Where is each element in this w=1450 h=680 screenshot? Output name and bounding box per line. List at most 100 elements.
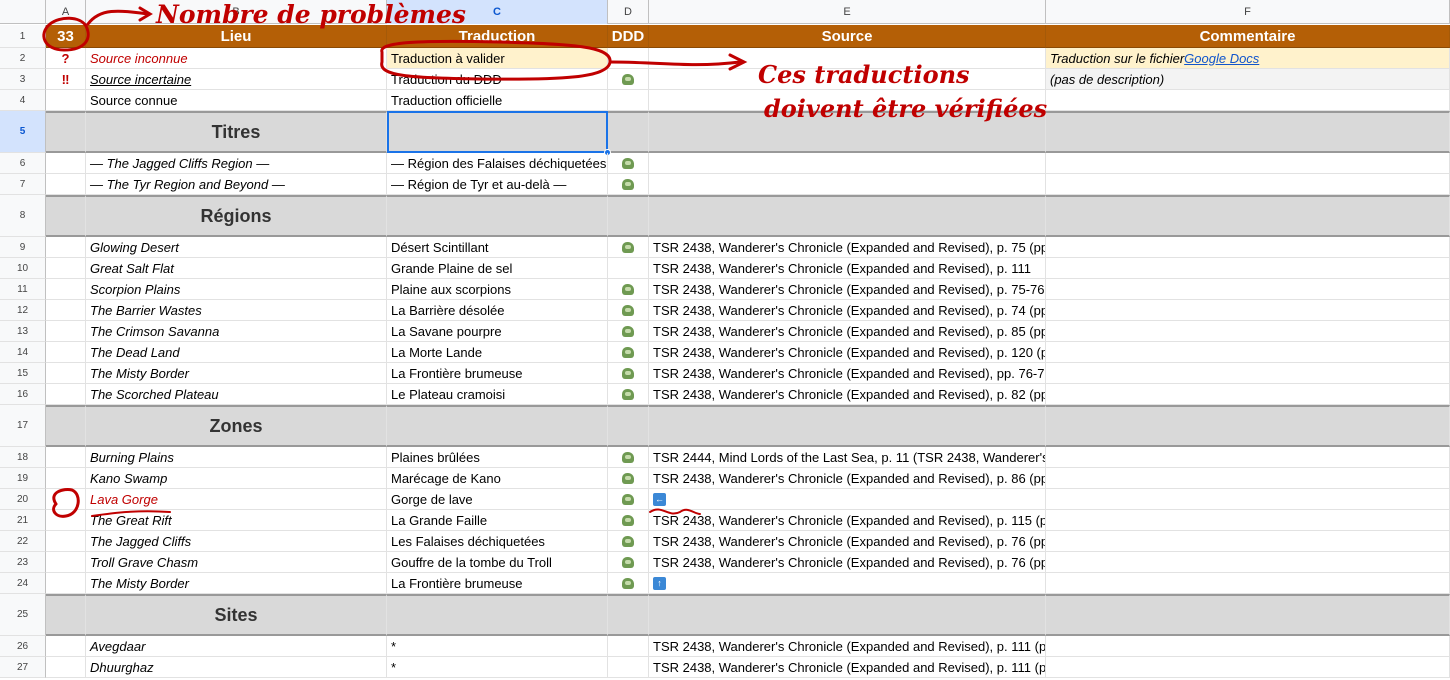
lieu-cell[interactable]: Avegdaar xyxy=(86,636,387,657)
column-header-f[interactable]: F xyxy=(1046,0,1450,24)
lieu-cell[interactable]: Dhuurghaz xyxy=(86,657,387,678)
status-mark-cell[interactable] xyxy=(46,279,86,300)
row-header-13[interactable]: 13 xyxy=(0,321,46,342)
row-header-1[interactable]: 1 xyxy=(0,25,46,48)
spreadsheet-grid[interactable]: A B C D E F 1 33 Lieu Traduction DDD Source Commenta… xyxy=(0,0,1450,680)
traduction-cell[interactable]: * xyxy=(387,657,608,678)
traduction-cell[interactable]: Marécage de Kano xyxy=(387,468,608,489)
status-mark-cell[interactable] xyxy=(46,447,86,468)
ddd-cell[interactable] xyxy=(608,342,649,363)
status-mark-cell[interactable] xyxy=(46,363,86,384)
section-cell[interactable] xyxy=(46,111,86,153)
lieu-cell[interactable]: Glowing Desert xyxy=(86,237,387,258)
row-header-20[interactable]: 20 xyxy=(0,489,46,510)
status-mark-cell[interactable] xyxy=(46,384,86,405)
lieu-cell[interactable]: Lava Gorge xyxy=(86,489,387,510)
traduction-cell[interactable]: La Savane pourpre xyxy=(387,321,608,342)
lieu-cell[interactable]: The Barrier Wastes xyxy=(86,300,387,321)
ddd-cell[interactable] xyxy=(608,531,649,552)
header-ddd[interactable]: DDD xyxy=(608,25,649,48)
ddd-cell[interactable] xyxy=(608,489,649,510)
source-cell[interactable]: TSR 2438, Wanderer's Chronicle (Expanded… xyxy=(649,237,1046,258)
source-cell[interactable]: ↑ xyxy=(649,573,1046,594)
lieu-cell[interactable]: Source incertaine xyxy=(86,69,387,90)
commentaire-cell[interactable] xyxy=(1046,153,1450,174)
source-cell[interactable]: TSR 2438, Wanderer's Chronicle (Expanded… xyxy=(649,384,1046,405)
row-header-14[interactable]: 14 xyxy=(0,342,46,363)
traduction-cell[interactable]: — Région de Tyr et au-delà — xyxy=(387,174,608,195)
source-cell[interactable]: TSR 2438, Wanderer's Chronicle (Expanded… xyxy=(649,258,1046,279)
ddd-cell[interactable] xyxy=(608,552,649,573)
row-header-15[interactable]: 15 xyxy=(0,363,46,384)
source-cell[interactable]: TSR 2438, Wanderer's Chronicle (Expanded… xyxy=(649,279,1046,300)
commentaire-cell[interactable] xyxy=(1046,552,1450,573)
commentaire-cell[interactable] xyxy=(1046,174,1450,195)
commentaire-cell[interactable] xyxy=(1046,363,1450,384)
ddd-cell[interactable] xyxy=(608,279,649,300)
row-header-21[interactable]: 21 xyxy=(0,510,46,531)
lieu-cell[interactable]: Source inconnue xyxy=(86,48,387,69)
traduction-cell[interactable]: Traduction officielle xyxy=(387,90,608,111)
source-cell[interactable]: TSR 2438, Wanderer's Chronicle (Expanded… xyxy=(649,342,1046,363)
up-arrow-icon[interactable]: ↑ xyxy=(653,576,666,590)
traduction-cell[interactable]: Les Falaises déchiquetées xyxy=(387,531,608,552)
status-mark-cell[interactable] xyxy=(46,531,86,552)
section-cell[interactable] xyxy=(608,594,649,636)
status-mark-cell[interactable] xyxy=(46,510,86,531)
source-cell[interactable] xyxy=(649,153,1046,174)
commentaire-cell[interactable] xyxy=(1046,636,1450,657)
traduction-cell[interactable]: Traduction à valider xyxy=(387,48,608,69)
status-mark-cell[interactable]: ‼ xyxy=(46,69,86,90)
lieu-cell[interactable]: Kano Swamp xyxy=(86,468,387,489)
lieu-cell[interactable]: Great Salt Flat xyxy=(86,258,387,279)
ddd-cell[interactable] xyxy=(608,573,649,594)
lieu-cell[interactable]: Source connue xyxy=(86,90,387,111)
status-mark-cell[interactable] xyxy=(46,636,86,657)
lieu-cell[interactable]: — The Tyr Region and Beyond — xyxy=(86,174,387,195)
lieu-cell[interactable]: Troll Grave Chasm xyxy=(86,552,387,573)
section-cell[interactable] xyxy=(46,594,86,636)
section-cell[interactable] xyxy=(1046,594,1450,636)
header-commentaire[interactable]: Commentaire xyxy=(1046,25,1450,48)
commentaire-cell[interactable] xyxy=(1046,342,1450,363)
row-header-24[interactable]: 24 xyxy=(0,573,46,594)
ddd-cell[interactable] xyxy=(608,636,649,657)
traduction-cell[interactable]: Gouffre de la tombe du Troll xyxy=(387,552,608,573)
row-header-2[interactable]: 2 xyxy=(0,48,46,69)
commentaire-cell[interactable] xyxy=(1046,468,1450,489)
source-cell[interactable]: TSR 2438, Wanderer's Chronicle (Expanded… xyxy=(649,531,1046,552)
status-mark-cell[interactable] xyxy=(46,300,86,321)
row-header-26[interactable]: 26 xyxy=(0,636,46,657)
row-header-17[interactable]: 17 xyxy=(0,405,46,447)
lieu-cell[interactable]: The Crimson Savanna xyxy=(86,321,387,342)
ddd-cell[interactable] xyxy=(608,321,649,342)
status-mark-cell[interactable] xyxy=(46,573,86,594)
traduction-cell[interactable]: La Morte Lande xyxy=(387,342,608,363)
section-cell[interactable] xyxy=(608,405,649,447)
section-title-sites[interactable]: Sites xyxy=(86,594,387,636)
section-cell[interactable] xyxy=(1046,111,1450,153)
commentaire-cell[interactable] xyxy=(1046,384,1450,405)
row-header-9[interactable]: 9 xyxy=(0,237,46,258)
ddd-cell[interactable] xyxy=(608,657,649,678)
row-header-11[interactable]: 11 xyxy=(0,279,46,300)
source-cell[interactable]: TSR 2438, Wanderer's Chronicle (Expanded… xyxy=(649,657,1046,678)
lieu-cell[interactable]: — The Jagged Cliffs Region — xyxy=(86,153,387,174)
row-header-23[interactable]: 23 xyxy=(0,552,46,573)
section-cell[interactable] xyxy=(387,405,608,447)
traduction-cell[interactable]: — Région des Falaises déchiquetées xyxy=(387,153,608,174)
row-header-6[interactable]: 6 xyxy=(0,153,46,174)
commentaire-cell[interactable] xyxy=(1046,573,1450,594)
ddd-cell[interactable] xyxy=(608,363,649,384)
source-cell[interactable] xyxy=(649,174,1046,195)
header-source[interactable]: Source xyxy=(649,25,1046,48)
commentaire-cell[interactable] xyxy=(1046,300,1450,321)
section-cell[interactable] xyxy=(608,195,649,237)
row-header-18[interactable]: 18 xyxy=(0,447,46,468)
traduction-cell[interactable]: La Frontière brumeuse xyxy=(387,573,608,594)
commentaire-cell[interactable] xyxy=(1046,657,1450,678)
source-cell[interactable]: TSR 2438, Wanderer's Chronicle (Expanded… xyxy=(649,321,1046,342)
commentaire-cell[interactable] xyxy=(1046,90,1450,111)
commentaire-cell[interactable] xyxy=(1046,321,1450,342)
row-header-4[interactable]: 4 xyxy=(0,90,46,111)
